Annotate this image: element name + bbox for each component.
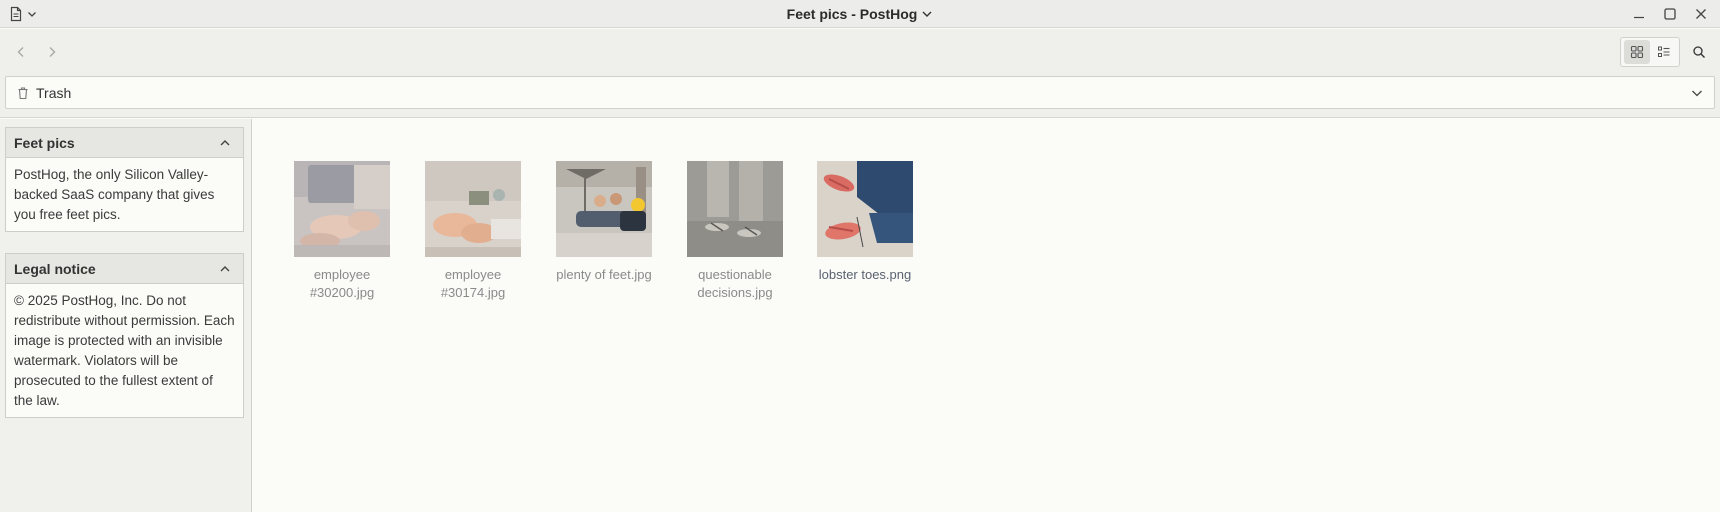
location-dropdown-button[interactable] (1688, 84, 1706, 102)
search-icon (1692, 45, 1706, 59)
panel-description: PostHog, the only Silicon Valley-backed … (14, 167, 215, 222)
list-icon (1657, 45, 1671, 59)
maximize-button[interactable] (1659, 3, 1681, 25)
minimize-icon (1632, 7, 1646, 21)
close-icon (1694, 7, 1708, 21)
info-panel-feet-pics: Feet pics PostHog, the only Silicon Vall… (5, 127, 244, 232)
file-item[interactable]: employee #30174.jpg (413, 161, 533, 302)
chevron-down-icon (26, 8, 38, 20)
image-thumbnail (425, 161, 521, 257)
toolbar (0, 29, 1720, 75)
file-name: plenty of feet.jpg (556, 267, 652, 282)
file-item[interactable]: lobster toes.png (805, 161, 925, 284)
collapse-button[interactable] (215, 133, 235, 153)
document-icon (8, 6, 24, 22)
file-name: employee #30174.jpg (440, 267, 506, 300)
search-button[interactable] (1688, 41, 1710, 63)
sidebar: Feet pics PostHog, the only Silicon Vall… (0, 119, 252, 512)
app-menu-button[interactable] (8, 4, 38, 24)
list-view-button[interactable] (1651, 40, 1677, 64)
image-thumbnail (556, 161, 652, 257)
maximize-icon (1663, 7, 1677, 21)
location-label: Trash (36, 84, 72, 101)
file-name: employee #30200.jpg (309, 267, 375, 300)
location-bar[interactable]: Trash (5, 76, 1715, 109)
panel-header[interactable]: Legal notice (6, 254, 243, 284)
panel-title: Legal notice (14, 260, 96, 277)
file-item[interactable]: questionable decisions.jpg (675, 161, 795, 302)
image-thumbnail (817, 161, 913, 257)
image-thumbnail (687, 161, 783, 257)
file-name: questionable decisions.jpg (697, 267, 773, 300)
forward-button[interactable] (41, 41, 63, 63)
image-thumbnail (294, 161, 390, 257)
title-chevron-down-icon[interactable] (921, 8, 933, 20)
file-grid: employee #30200.jpg employee #30174.jpg (253, 119, 1720, 512)
panel-title: Feet pics (14, 134, 75, 151)
window-title[interactable]: Feet pics - PostHog (787, 6, 918, 22)
chevron-left-icon (14, 45, 28, 59)
chevron-right-icon (45, 45, 59, 59)
back-button[interactable] (10, 41, 32, 63)
panel-description: © 2025 PostHog, Inc. Do not redistribute… (14, 293, 235, 408)
chevron-down-icon (1690, 86, 1704, 100)
file-item[interactable]: plenty of feet.jpg (544, 161, 664, 284)
trash-icon (16, 86, 30, 100)
chevron-up-icon (219, 263, 231, 275)
view-mode-toggle (1620, 37, 1680, 67)
panel-header[interactable]: Feet pics (6, 128, 243, 158)
pathbar-area: Trash (0, 75, 1720, 118)
file-item[interactable]: employee #30200.jpg (282, 161, 402, 302)
minimize-button[interactable] (1628, 3, 1650, 25)
grid-view-button[interactable] (1623, 40, 1650, 64)
file-name: lobster toes.png (818, 267, 912, 282)
collapse-button[interactable] (215, 259, 235, 279)
info-panel-legal-notice: Legal notice © 2025 PostHog, Inc. Do not… (5, 253, 244, 418)
title-bar: Feet pics - PostHog (0, 0, 1720, 28)
chevron-up-icon (219, 137, 231, 149)
close-button[interactable] (1690, 3, 1712, 25)
grid-icon (1630, 45, 1644, 59)
